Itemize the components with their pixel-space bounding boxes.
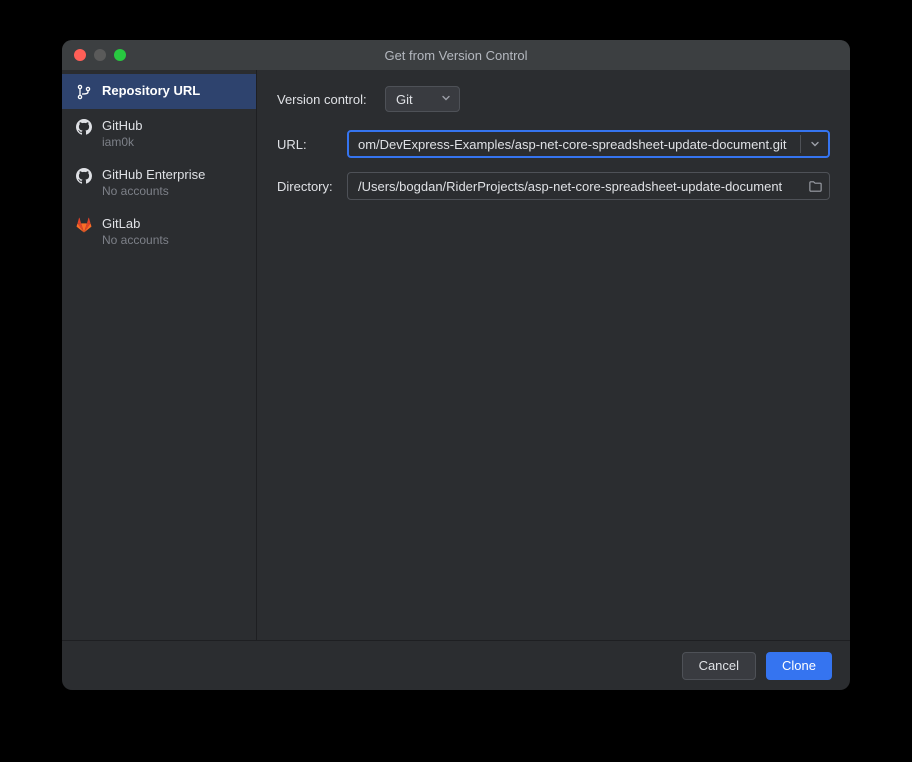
- sidebar-item-label: GitHub: [102, 118, 142, 133]
- close-window-button[interactable]: [74, 49, 86, 61]
- sidebar-item-sublabel: iam0k: [102, 135, 142, 149]
- divider: [800, 135, 801, 153]
- directory-input[interactable]: /Users/bogdan/RiderProjects/asp-net-core…: [347, 172, 830, 200]
- directory-row: Directory: /Users/bogdan/RiderProjects/a…: [277, 172, 830, 200]
- main-panel: Version control: Git URL: om/DevExpress-…: [257, 70, 850, 640]
- sidebar-item-gitlab[interactable]: GitLab No accounts: [62, 207, 256, 256]
- dialog-title: Get from Version Control: [74, 48, 838, 63]
- sidebar-item-repository-url[interactable]: Repository URL: [62, 74, 256, 109]
- sidebar-item-github[interactable]: GitHub iam0k: [62, 109, 256, 158]
- sidebar-item-github-enterprise[interactable]: GitHub Enterprise No accounts: [62, 158, 256, 207]
- version-control-row: Version control: Git: [277, 86, 830, 112]
- clone-button[interactable]: Clone: [766, 652, 832, 680]
- url-input[interactable]: om/DevExpress-Examples/asp-net-core-spre…: [347, 130, 830, 158]
- maximize-window-button[interactable]: [114, 49, 126, 61]
- directory-value: /Users/bogdan/RiderProjects/asp-net-core…: [358, 179, 799, 194]
- version-control-value: Git: [396, 92, 413, 107]
- folder-icon[interactable]: [807, 178, 823, 194]
- chevron-down-icon[interactable]: [807, 136, 823, 152]
- chevron-down-icon: [441, 90, 451, 108]
- url-row: URL: om/DevExpress-Examples/asp-net-core…: [277, 130, 830, 158]
- sidebar-item-sublabel: No accounts: [102, 233, 169, 247]
- url-label: URL:: [277, 137, 337, 152]
- dialog-footer: Cancel Clone: [62, 640, 850, 690]
- sidebar-item-label: Repository URL: [102, 83, 200, 98]
- git-branch-icon: [76, 84, 92, 100]
- cancel-button[interactable]: Cancel: [682, 652, 756, 680]
- dialog-window: Get from Version Control Repository URL: [62, 40, 850, 690]
- titlebar: Get from Version Control: [62, 40, 850, 70]
- sidebar-item-label: GitLab: [102, 216, 169, 231]
- sidebar: Repository URL GitHub iam0k: [62, 70, 257, 640]
- version-control-label: Version control:: [277, 92, 375, 107]
- sidebar-item-label: GitHub Enterprise: [102, 167, 205, 182]
- github-icon: [76, 168, 92, 184]
- gitlab-icon: [76, 217, 92, 233]
- directory-label: Directory:: [277, 179, 337, 194]
- github-icon: [76, 119, 92, 135]
- minimize-window-button[interactable]: [94, 49, 106, 61]
- sidebar-item-sublabel: No accounts: [102, 184, 205, 198]
- dialog-body: Repository URL GitHub iam0k: [62, 70, 850, 640]
- url-value: om/DevExpress-Examples/asp-net-core-spre…: [358, 137, 792, 152]
- version-control-select[interactable]: Git: [385, 86, 460, 112]
- window-controls: [74, 49, 126, 61]
